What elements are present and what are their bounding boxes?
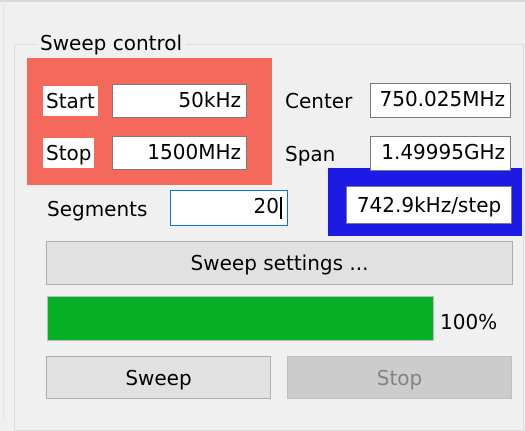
window-top-border	[0, 0, 525, 2]
span-field[interactable]: 1.49995GHz	[370, 136, 511, 171]
stop-button[interactable]: Stop	[287, 356, 512, 399]
step-readout: 742.9kHz/step	[346, 186, 512, 224]
span-label: Span	[285, 142, 336, 166]
segments-label: Segments	[47, 197, 148, 221]
group-title: Sweep control	[36, 30, 187, 56]
window-left-border	[3, 0, 4, 421]
center-field[interactable]: 750.025MHz	[370, 83, 511, 118]
progress-label: 100%	[440, 310, 498, 334]
stop-label: Stop	[43, 138, 95, 168]
start-field[interactable]: 50kHz	[112, 84, 247, 118]
segments-value: 20	[253, 194, 279, 218]
sweep-settings-button[interactable]: Sweep settings ...	[46, 241, 513, 285]
sweep-progress-bar	[47, 296, 434, 341]
sweep-button[interactable]: Sweep	[46, 356, 271, 399]
stop-field[interactable]: 1500MHz	[112, 136, 247, 170]
text-caret	[280, 196, 282, 219]
center-label: Center	[285, 89, 353, 113]
segments-field[interactable]: 20	[170, 190, 288, 226]
progress-fill	[48, 297, 433, 340]
start-label: Start	[43, 86, 98, 116]
